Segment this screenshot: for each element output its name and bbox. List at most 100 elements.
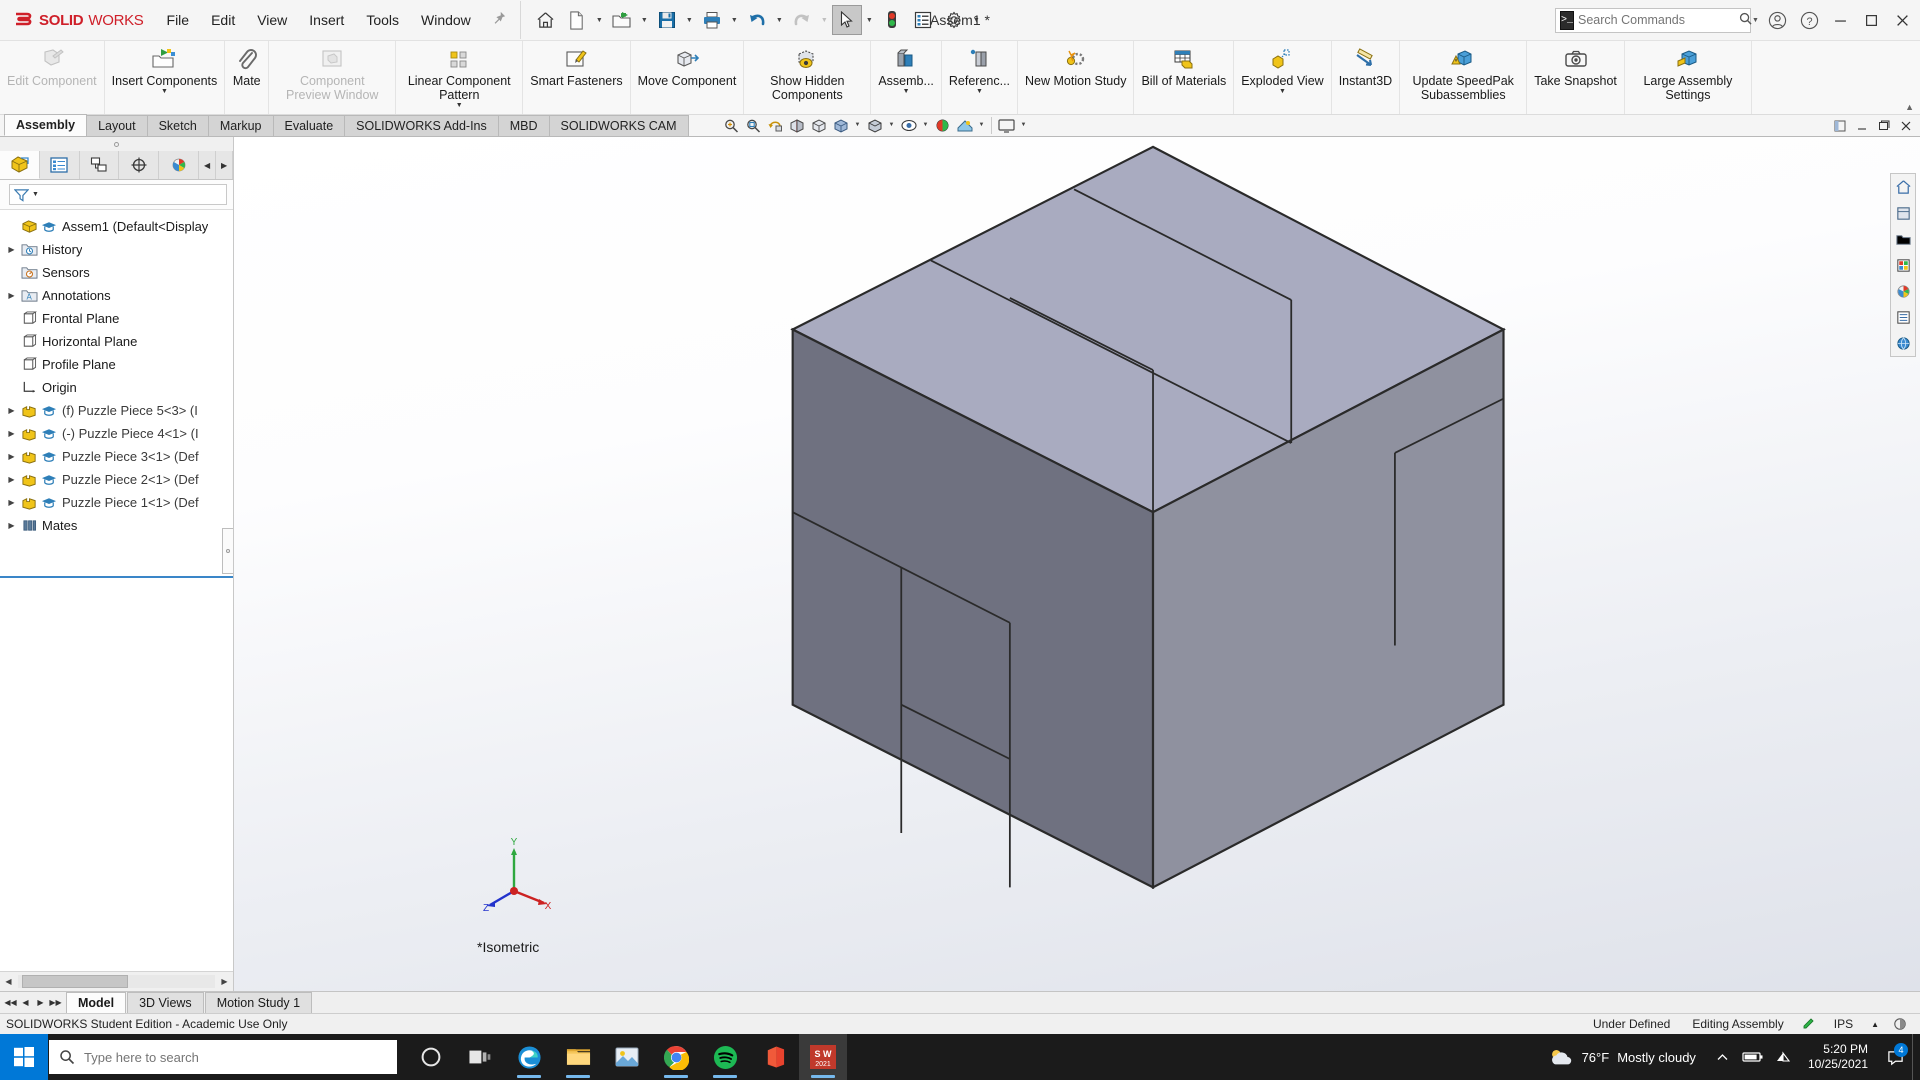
feature-manager-tree-tab[interactable] (0, 151, 40, 179)
menu-edit[interactable]: Edit (200, 0, 246, 40)
rebuild-traffic-light-icon[interactable] (877, 5, 907, 35)
battery-icon[interactable] (1738, 1034, 1768, 1080)
ribbon-exploded-view[interactable]: Exploded View ▼ (1234, 41, 1331, 114)
task-view-icon[interactable] (456, 1034, 504, 1080)
view-appearance-icon[interactable] (1891, 252, 1915, 278)
scroll-right-icon[interactable]: ▶ (216, 977, 233, 986)
tab-layout[interactable]: Layout (86, 115, 148, 136)
search-icon[interactable] (1739, 12, 1752, 28)
pin-icon[interactable] (482, 11, 516, 29)
search-commands-box[interactable]: >_ ▼ (1555, 8, 1751, 33)
notification-icon[interactable]: 4 (1878, 1034, 1912, 1080)
close-document-icon[interactable] (1896, 116, 1916, 135)
view-list-icon[interactable] (1891, 304, 1915, 330)
tree-item-puzzle-piece-1[interactable]: ▶ Puzzle Piece 1<1> (Def (0, 491, 233, 514)
search-input[interactable] (1578, 13, 1739, 27)
minimize-icon[interactable] (1825, 1, 1856, 39)
tab-solidworks-addins[interactable]: SOLIDWORKS Add-Ins (344, 115, 499, 136)
tree-item-mates[interactable]: ▶ Mates (0, 514, 233, 537)
tree-item-sensors[interactable]: Sensors (0, 261, 233, 284)
tree-expander[interactable]: ▶ (4, 475, 19, 484)
taskbar-search-input[interactable] (84, 1050, 387, 1065)
tab-markup[interactable]: Markup (208, 115, 274, 136)
view-orientation-cube-icon[interactable] (830, 115, 851, 135)
ribbon-smart-fasteners[interactable]: Smart Fasteners (523, 41, 630, 114)
new-document-dropdown-icon[interactable]: ▼ (593, 5, 606, 35)
network-icon[interactable] (1768, 1034, 1798, 1080)
restore-panel-icon[interactable] (1830, 116, 1850, 135)
tree-item-horizontal-plane[interactable]: Horizontal Plane (0, 330, 233, 353)
google-chrome-icon[interactable] (652, 1034, 700, 1080)
solidworks-icon[interactable]: S W2021 (799, 1034, 847, 1080)
ribbon-assembly-features[interactable]: Assemb... ▼ (871, 41, 942, 114)
view-orientation-dropdown-icon[interactable]: ▼ (852, 115, 863, 135)
chevron-down-icon[interactable]: ▼ (976, 89, 983, 95)
minimize-window-icon[interactable] (1852, 116, 1872, 135)
undo-icon[interactable] (742, 5, 772, 35)
ribbon-show-hidden-components[interactable]: Show Hidden Components (744, 41, 871, 114)
open-dropdown-icon[interactable]: ▼ (638, 5, 651, 35)
ribbon-update-speedpak[interactable]: Update SpeedPak Subassemblies (1400, 41, 1527, 114)
last-tab-icon[interactable]: ▶▶ (48, 998, 63, 1007)
office-icon[interactable] (750, 1034, 798, 1080)
editing-icon[interactable] (1795, 1017, 1823, 1031)
select-dropdown-icon[interactable]: ▼ (863, 5, 876, 35)
ribbon-move-component[interactable]: Move Component (631, 41, 745, 114)
graphics-viewport[interactable]: Y X Z *Isometric (234, 137, 1920, 991)
select-cursor-icon[interactable] (832, 5, 862, 35)
file-explorer-icon[interactable] (554, 1034, 602, 1080)
options-list-icon[interactable] (908, 5, 938, 35)
view-globe-icon[interactable] (1891, 330, 1915, 356)
chevron-up-icon[interactable]: ▲ (1864, 1020, 1886, 1029)
tree-horizontal-scrollbar[interactable]: ◀ ▶ (0, 971, 233, 991)
chevron-down-icon[interactable]: ▼ (1279, 89, 1286, 95)
print-dropdown-icon[interactable]: ▼ (728, 5, 741, 35)
ribbon-bill-of-materials[interactable]: Bill of Materials (1134, 41, 1234, 114)
show-desktop-button[interactable] (1912, 1034, 1920, 1080)
chevron-down-icon[interactable]: ▼ (161, 89, 168, 95)
menu-insert[interactable]: Insert (298, 0, 355, 40)
view-front-icon[interactable] (1891, 200, 1915, 226)
menu-view[interactable]: View (246, 0, 298, 40)
display-manager-tab[interactable] (159, 151, 199, 179)
ribbon-mate[interactable]: Mate (225, 41, 269, 114)
user-account-icon[interactable] (1761, 1, 1793, 39)
view-orientation-icon[interactable] (808, 115, 829, 135)
tree-item-puzzle-piece-5[interactable]: ▶ (f) Puzzle Piece 5<3> (I (0, 399, 233, 422)
tree-item-assembly-root[interactable]: Assem1 (Default<Display (0, 215, 233, 238)
tree-item-puzzle-piece-4[interactable]: ▶ (-) Puzzle Piece 4<1> (I (0, 422, 233, 445)
spotify-icon[interactable] (701, 1034, 749, 1080)
tree-item-annotations[interactable]: ▶ A Annotations (0, 284, 233, 307)
overlay-icon[interactable] (1886, 1017, 1914, 1031)
tree-item-origin[interactable]: Origin (0, 376, 233, 399)
tab-solidworks-cam[interactable]: SOLIDWORKS CAM (549, 115, 689, 136)
tab-assembly[interactable]: Assembly (4, 114, 87, 136)
section-view-icon[interactable] (786, 115, 807, 135)
tree-expander[interactable]: ▶ (4, 245, 19, 254)
menu-file[interactable]: File (156, 0, 201, 40)
doc-tab-motion-study-1[interactable]: Motion Study 1 (205, 992, 312, 1013)
doc-tab-3d-views[interactable]: 3D Views (127, 992, 204, 1013)
weather-widget[interactable]: 76°F Mostly cloudy (1536, 1034, 1708, 1080)
home-icon[interactable] (531, 5, 561, 35)
maximize-icon[interactable] (1856, 1, 1887, 39)
tree-resize-handle[interactable] (222, 528, 233, 574)
filter-dropdown-icon[interactable]: ▼ (32, 191, 39, 198)
tree-expander[interactable]: ▶ (4, 521, 19, 530)
configuration-manager-tab[interactable] (80, 151, 120, 179)
scrollbar-track[interactable] (18, 975, 215, 988)
chevron-right-icon[interactable]: ▶ (216, 151, 233, 179)
doc-tab-model[interactable]: Model (66, 992, 126, 1013)
save-icon[interactable] (652, 5, 682, 35)
ribbon-take-snapshot[interactable]: Take Snapshot (1527, 41, 1625, 114)
view-settings-icon[interactable] (996, 115, 1017, 135)
menu-window[interactable]: Window (410, 0, 482, 40)
view-settings-dropdown-icon[interactable]: ▼ (1018, 115, 1029, 135)
save-dropdown-icon[interactable]: ▼ (683, 5, 696, 35)
search-dropdown-icon[interactable]: ▼ (1752, 17, 1759, 24)
zoom-to-fit-icon[interactable] (720, 115, 741, 135)
view-folder-icon[interactable] (1891, 226, 1915, 252)
scroll-left-icon[interactable]: ◀ (0, 977, 17, 986)
tab-mbd[interactable]: MBD (498, 115, 550, 136)
maximize-window-icon[interactable] (1874, 116, 1894, 135)
